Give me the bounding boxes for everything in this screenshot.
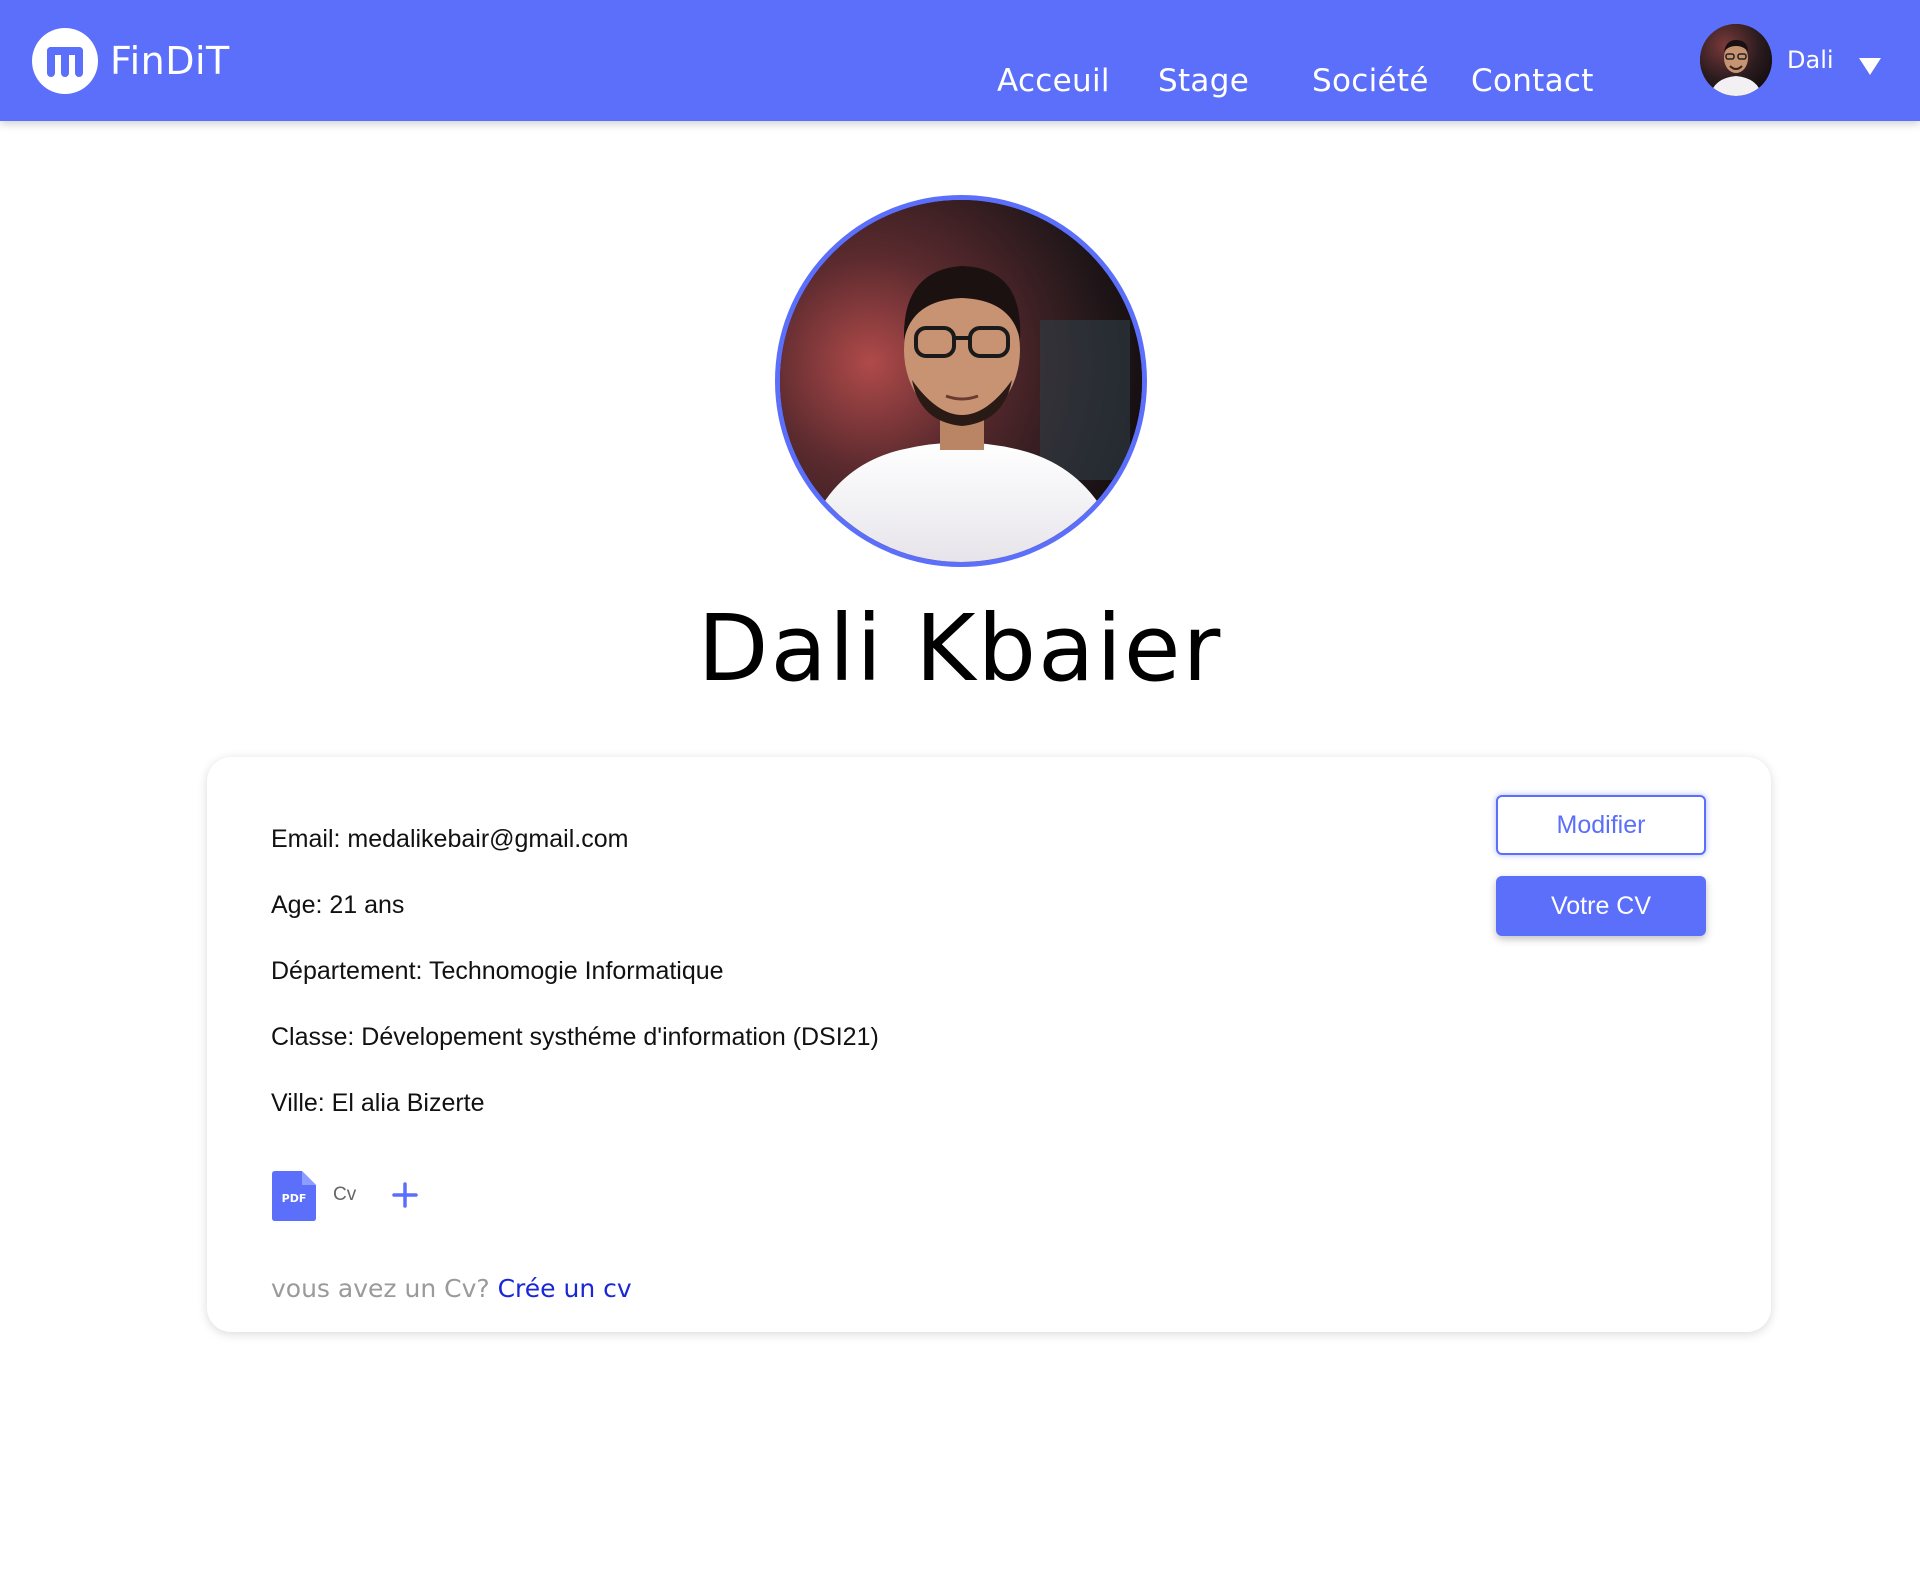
navbar: FinDiT Acceuil Stage Société Contact Dal…	[0, 0, 1920, 121]
nav-user-name[interactable]: Dali	[1787, 46, 1834, 74]
logo-icon	[32, 28, 98, 94]
profile-photo	[775, 195, 1147, 567]
nav-link-societe[interactable]: Société	[1312, 60, 1429, 102]
brand-logo[interactable]: FinDiT	[32, 28, 230, 94]
nav-link-contact[interactable]: Contact	[1471, 60, 1594, 102]
create-cv-link[interactable]: Crée un cv	[498, 1274, 632, 1303]
votre-cv-button[interactable]: Votre CV	[1496, 876, 1706, 936]
info-classe: Classe: Dévelopement systhéme d'informat…	[271, 1023, 879, 1051]
avatar[interactable]	[1700, 24, 1772, 96]
pdf-icon[interactable]: PDF	[272, 1171, 316, 1221]
cv-prompt: vous avez un Cv? Crée un cv	[271, 1274, 632, 1303]
profile-card: Email: medalikebair@gmail.com Age: 21 an…	[207, 757, 1771, 1332]
brand-name: FinDiT	[110, 39, 230, 83]
info-departement: Département: Technomogie Informatique	[271, 957, 724, 985]
pdf-badge-text: PDF	[282, 1192, 307, 1205]
profile-name: Dali Kbaier	[697, 595, 1223, 702]
info-ville: Ville: El alia Bizerte	[271, 1089, 485, 1117]
info-age: Age: 21 ans	[271, 891, 405, 919]
info-email: Email: medalikebair@gmail.com	[271, 825, 629, 853]
nav-link-acceuil[interactable]: Acceuil	[997, 60, 1110, 102]
cv-file-name[interactable]: Cv	[333, 1184, 356, 1206]
plus-icon[interactable]	[391, 1181, 419, 1209]
nav-link-stage[interactable]: Stage	[1158, 60, 1249, 102]
cv-prompt-question: vous avez un Cv?	[271, 1274, 490, 1303]
chevron-down-icon[interactable]	[1859, 58, 1881, 75]
modifier-button[interactable]: Modifier	[1496, 795, 1706, 855]
